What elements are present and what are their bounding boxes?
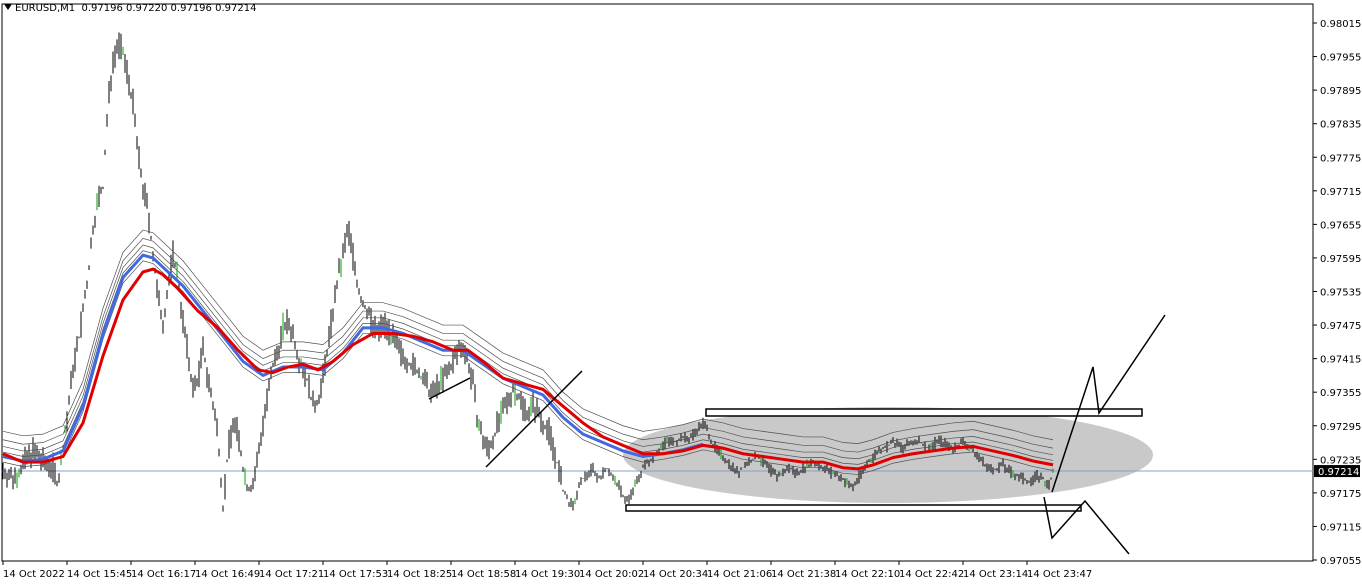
x-tick-label: 14 Oct 20:34 <box>643 569 708 580</box>
y-tick-label: 0.97055 <box>1320 556 1361 567</box>
x-tick-label: 14 Oct 15:45 <box>67 569 132 580</box>
x-tick-label: 14 Oct 22:10 <box>835 569 900 580</box>
chart-header: EURUSD,M1 0.97196 0.97220 0.97196 0.9721… <box>4 3 256 14</box>
current-price-label: 0.97214 <box>1318 467 1359 478</box>
y-tick-label: 0.97355 <box>1320 388 1361 399</box>
x-tick-label: 14 Oct 18:58 <box>451 569 516 580</box>
y-tick-label: 0.97535 <box>1320 288 1361 299</box>
y-tick-label: 0.97175 <box>1320 489 1361 500</box>
y-tick-label: 0.97895 <box>1320 86 1361 97</box>
y-tick-label: 0.97415 <box>1320 355 1361 366</box>
y-tick-label: 0.97955 <box>1320 53 1361 64</box>
x-tick-label: 14 Oct 23:47 <box>1027 569 1092 580</box>
y-tick-label: 0.97235 <box>1320 455 1361 466</box>
y-tick-label: 0.97715 <box>1320 187 1361 198</box>
y-tick-label: 0.97655 <box>1320 220 1361 231</box>
x-tick-label: 14 Oct 2022 <box>3 569 65 580</box>
x-tick-label: 14 Oct 23:14 <box>963 569 1028 580</box>
y-tick-label: 0.97115 <box>1320 522 1361 533</box>
x-tick-label: 14 Oct 18:25 <box>387 569 452 580</box>
y-tick-label: 0.98015 <box>1320 19 1361 30</box>
x-tick-label: 14 Oct 20:02 <box>579 569 644 580</box>
price-chart[interactable]: 0.98015 0.97955 0.97895 0.97835 0.97775 0.977… <box>0 0 1362 584</box>
x-tick-label: 14 Oct 19:30 <box>515 569 580 580</box>
y-tick-label: 0.97595 <box>1320 254 1361 265</box>
x-tick-label: 14 Oct 17:21 <box>259 569 324 580</box>
y-tick-label: 0.97835 <box>1320 120 1361 131</box>
x-tick-label: 14 Oct 21:38 <box>771 569 836 580</box>
x-tick-label: 14 Oct 16:49 <box>195 569 260 580</box>
x-tick-label: 14 Oct 16:17 <box>131 569 196 580</box>
x-tick-label: 14 Oct 17:53 <box>323 569 388 580</box>
chart-window: EURUSD,M1 0.97196 0.97220 0.97196 0.9721… <box>0 0 1362 584</box>
x-tick-label: 14 Oct 21:06 <box>707 569 772 580</box>
y-tick-label: 0.97295 <box>1320 422 1361 433</box>
dropdown-triangle-icon[interactable] <box>4 4 12 10</box>
ohlc-values: 0.97196 0.97220 0.97196 0.97214 <box>81 3 257 14</box>
y-tick-label: 0.97775 <box>1320 153 1361 164</box>
support-rectangle[interactable] <box>625 504 1082 512</box>
x-tick-label: 14 Oct 22:42 <box>899 569 964 580</box>
symbol-timeframe: EURUSD,M1 <box>15 3 76 14</box>
y-tick-label: 0.97475 <box>1320 321 1361 332</box>
